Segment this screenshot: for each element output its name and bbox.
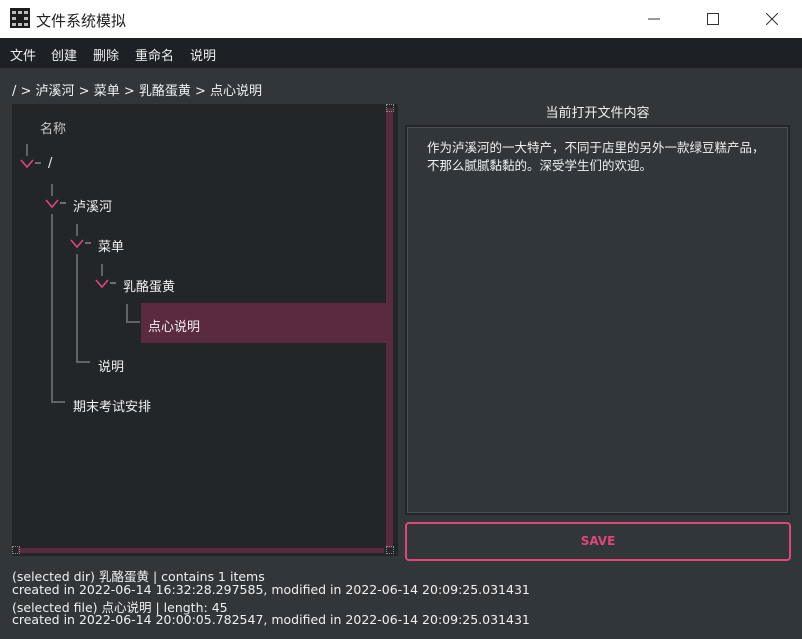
file-content-editor[interactable]: 作为泸溪河的一大特产，不同于店里的另外一款绿豆糕产品，不那么腻腻黏黏的。深受学生…: [405, 125, 790, 515]
menu-delete[interactable]: 删除: [93, 45, 119, 64]
tree-node-exam-schedule[interactable]: 期末考试安排: [73, 396, 151, 415]
menu-file[interactable]: 文件: [10, 45, 36, 64]
tree-node-readme[interactable]: 说明: [98, 356, 124, 375]
menu-create[interactable]: 创建: [51, 45, 77, 64]
maximize-button[interactable]: [683, 0, 743, 38]
menu-help[interactable]: 说明: [190, 45, 216, 64]
status-dir-times: created in 2022-06-14 16:32:28.297585, m…: [12, 582, 530, 597]
breadcrumb: / > 泸溪河 > 菜单 > 乳酪蛋黄 > 点心说明: [12, 84, 263, 99]
file-content-text[interactable]: 作为泸溪河的一大特产，不同于店里的另外一款绿豆糕产品，不那么腻腻黏黏的。深受学生…: [427, 139, 772, 175]
status-file-times: created in 2022-06-14 20:00:05.782547, m…: [12, 612, 530, 627]
content-title: 当前打开文件内容: [545, 106, 650, 121]
chevron-down-icon[interactable]: [70, 238, 86, 250]
file-tree[interactable]: 名称 / 泸溪河 菜单 乳酪蛋黄 点心说明 说明 期末考试安排: [12, 104, 398, 556]
tree-node-root[interactable]: /: [48, 156, 52, 171]
scroll-grip-icon: [12, 546, 20, 554]
tree-node-menu[interactable]: 菜单: [98, 236, 124, 255]
app-icon: [10, 8, 30, 28]
tree-vertical-scrollbar[interactable]: [386, 108, 393, 548]
minimize-button[interactable]: [624, 0, 684, 38]
save-button[interactable]: SAVE: [405, 522, 791, 561]
minimize-icon: [648, 18, 660, 20]
close-button[interactable]: [742, 0, 802, 38]
tree-node-cheese-yolk[interactable]: 乳酪蛋黄: [123, 276, 175, 295]
chevron-down-icon[interactable]: [95, 278, 111, 290]
tree-node-luxihe[interactable]: 泸溪河: [73, 196, 112, 215]
tree-horizontal-scrollbar[interactable]: [18, 548, 384, 553]
menu-bar: 文件 创建 删除 重命名 说明: [0, 38, 802, 68]
title-bar: 文件系统模拟: [0, 0, 802, 38]
tree-node-snack-desc[interactable]: 点心说明: [148, 316, 200, 335]
close-icon: [766, 13, 778, 25]
scroll-grip-icon: [386, 546, 394, 554]
tree-header-name: 名称: [40, 122, 67, 137]
maximize-icon: [707, 13, 719, 25]
window-title: 文件系统模拟: [36, 12, 127, 30]
chevron-down-icon[interactable]: [20, 158, 36, 170]
menu-rename[interactable]: 重命名: [135, 45, 174, 64]
chevron-down-icon[interactable]: [45, 198, 61, 210]
scroll-grip-icon: [386, 104, 394, 112]
